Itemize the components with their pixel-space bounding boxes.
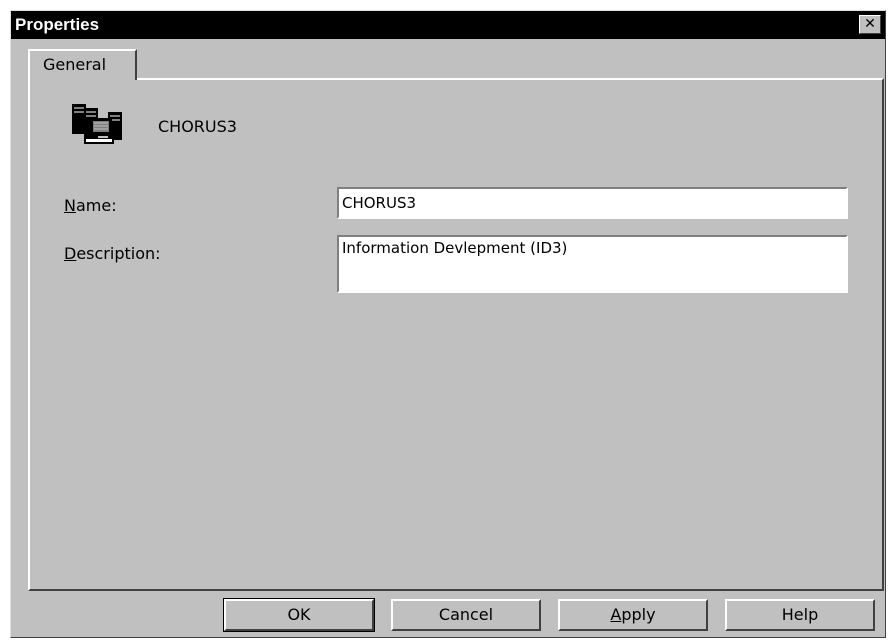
properties-dialog: Properties ✕ General CHORUS3 Name: CHORU… <box>10 10 886 638</box>
server-computer-icon <box>72 104 122 144</box>
close-icon[interactable]: ✕ <box>859 15 881 34</box>
tab-general[interactable]: General <box>28 49 137 80</box>
window-title: Properties <box>15 15 100 34</box>
help-button[interactable]: Help <box>725 599 875 631</box>
apply-button[interactable]: Apply <box>558 599 708 631</box>
name-label-text: ame: <box>75 196 117 215</box>
general-tab-panel: CHORUS3 Name: Description: Information D… <box>28 78 884 591</box>
title-bar[interactable]: Properties ✕ <box>11 11 885 39</box>
cancel-button-label: Cancel <box>438 605 494 624</box>
apply-button-mnemonic: A <box>610 605 622 624</box>
name-label-mnemonic: N <box>64 196 76 215</box>
description-field[interactable]: Information Devlepment (ID3) <box>337 235 848 293</box>
tab-general-label: General <box>43 55 107 74</box>
name-field[interactable] <box>337 187 848 219</box>
cancel-button[interactable]: Cancel <box>391 599 541 631</box>
apply-button-label: pply <box>621 605 656 624</box>
help-button-label: Help <box>781 605 819 624</box>
description-label-mnemonic: D <box>64 244 77 263</box>
description-label-text: escription: <box>76 244 161 263</box>
ok-button[interactable]: OK <box>223 598 375 632</box>
name-label: Name: <box>64 196 117 215</box>
object-name-heading: CHORUS3 <box>158 117 237 136</box>
description-label: Description: <box>64 244 161 263</box>
ok-button-label: OK <box>287 605 311 624</box>
